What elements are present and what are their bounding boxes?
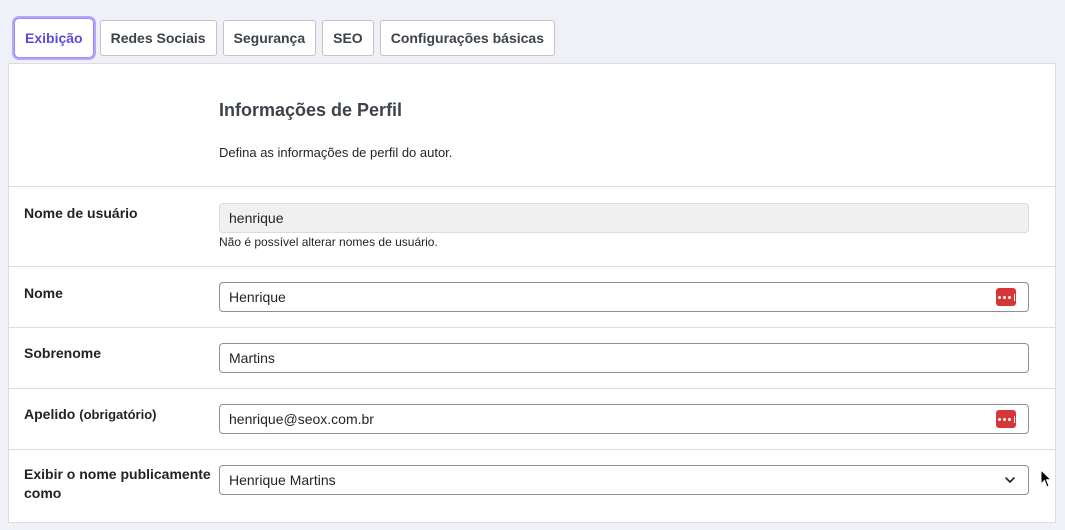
first-name-label: Nome — [24, 285, 63, 301]
row-last-name: Sobrenome Martins — [9, 328, 1055, 389]
last-name-input[interactable]: Martins — [219, 343, 1029, 373]
tab-seguranca[interactable]: Segurança — [222, 20, 317, 56]
nickname-label: Apelido (obrigatório) — [24, 405, 157, 424]
display-name-select[interactable]: Henrique Martins — [219, 465, 1029, 495]
tab-redes-sociais[interactable]: Redes Sociais — [99, 20, 217, 56]
nickname-value: henrique@seox.com.br — [229, 411, 374, 427]
section-title: Informações de Perfil — [219, 100, 403, 120]
row-nickname: Apelido (obrigatório) henrique@seox.com.… — [9, 389, 1055, 450]
first-name-value: Henrique — [229, 289, 286, 305]
password-manager-icon[interactable] — [996, 288, 1016, 306]
section-header: Informações de Perfil Defina as informaç… — [9, 64, 1055, 187]
tab-seo[interactable]: SEO — [322, 20, 374, 56]
username-hint: Não é possível alterar nomes de usuário. — [219, 235, 438, 249]
mouse-pointer-icon — [1040, 469, 1053, 488]
row-first-name: Nome Henrique — [9, 267, 1055, 328]
profile-panel: Informações de Perfil Defina as informaç… — [8, 63, 1056, 523]
display-name-label: Exibir o nome publicamente como — [24, 466, 211, 501]
last-name-label: Sobrenome — [24, 345, 102, 361]
row-display-name: Exibir o nome publicamente como Henrique… — [9, 450, 1055, 530]
nickname-input[interactable]: henrique@seox.com.br — [219, 404, 1029, 434]
first-name-input[interactable]: Henrique — [219, 282, 1029, 312]
password-manager-icon[interactable] — [996, 410, 1016, 428]
row-username: Nome de usuário henrique Não é possível … — [9, 187, 1055, 267]
username-field: henrique — [219, 203, 1029, 233]
tab-bar: Exibição Redes Sociais Segurança SEO Con… — [14, 14, 555, 58]
username-label: Nome de usuário — [24, 205, 138, 221]
username-value: henrique — [229, 210, 284, 226]
tab-exibicao[interactable]: Exibição — [14, 18, 94, 58]
tab-configuracoes-basicas[interactable]: Configurações básicas — [379, 20, 555, 56]
section-description: Defina as informações de perfil do autor… — [219, 145, 453, 160]
chevron-down-icon — [1005, 477, 1015, 483]
last-name-value: Martins — [229, 350, 275, 366]
display-name-value: Henrique Martins — [229, 472, 336, 488]
nickname-label-text: Apelido — [24, 406, 76, 422]
nickname-required-note: (obrigatório) — [79, 407, 157, 422]
